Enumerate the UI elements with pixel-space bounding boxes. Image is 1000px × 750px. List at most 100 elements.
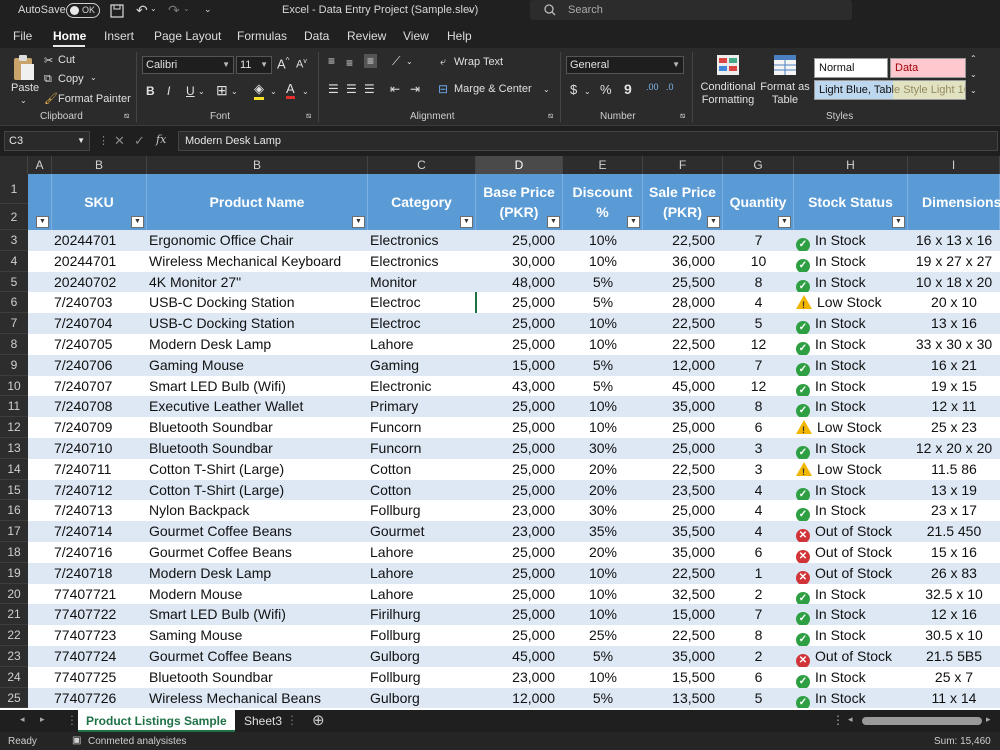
cell-status[interactable]: ✕ Out of Stock — [794, 542, 908, 563]
cell-name[interactable]: Ergonomic Office Chair — [147, 230, 368, 251]
cell-cat[interactable]: Lahore — [368, 542, 476, 563]
cell-status[interactable]: ✓ In Stock — [794, 500, 908, 522]
cell-qty[interactable]: 3 — [723, 438, 794, 459]
cell-sale[interactable]: 28,000 — [643, 292, 723, 313]
column-header-c[interactable]: C — [368, 156, 476, 174]
cell-dim[interactable]: 25 x 23 — [908, 417, 1000, 438]
tab-review[interactable]: Review — [347, 29, 386, 43]
more-sheets-icon[interactable]: ⋮ — [66, 713, 78, 727]
title-dropdown-icon[interactable]: ⌄ — [466, 4, 474, 15]
format-as-table-button[interactable]: Format as Table — [760, 81, 810, 107]
paste-button[interactable]: Paste — [11, 82, 39, 94]
cell-dim[interactable]: 16 x 13 x 16 — [908, 230, 1000, 251]
row-header[interactable]: 3 — [0, 230, 28, 251]
cell-status[interactable]: ✕ Out of Stock — [794, 521, 908, 542]
cell-name[interactable]: Gourmet Coffee Beans — [147, 646, 368, 667]
row-header[interactable]: 10 — [0, 375, 28, 397]
cell-dim[interactable]: 30.5 x 10 — [908, 625, 1000, 646]
cell-sku[interactable]: 77407726 — [52, 688, 147, 709]
cell-disc[interactable]: 5% — [563, 376, 643, 397]
cell-status[interactable]: ✓ In Stock — [794, 604, 908, 626]
undo-icon[interactable]: ↶ — [136, 2, 148, 19]
cell-sale[interactable]: 32,500 — [643, 584, 723, 605]
cell-disc[interactable]: 10% — [563, 334, 643, 355]
row-header[interactable]: 6 — [0, 292, 28, 314]
cell-status[interactable]: ✓ In Stock — [794, 355, 908, 376]
cell-sale[interactable]: 15,000 — [643, 604, 723, 625]
styles-more-icon[interactable]: ⌄ — [970, 86, 977, 95]
cell-dim[interactable]: 16 x 21 — [908, 355, 1000, 376]
cell-cat[interactable]: Firilhurg — [368, 604, 476, 625]
cell-qty[interactable]: 6 — [723, 667, 794, 688]
row-header[interactable]: 23 — [0, 646, 28, 667]
accessibility-icon[interactable]: ▣ — [72, 735, 81, 746]
column-header-f[interactable]: F — [643, 156, 723, 174]
cell-sku[interactable]: 7/240710 — [52, 438, 147, 459]
row-header[interactable]: 8 — [0, 334, 28, 355]
cell-base[interactable]: 12,000 — [476, 688, 563, 709]
cell-base[interactable]: 25,000 — [476, 313, 563, 334]
cell-cat[interactable]: Cotton — [368, 459, 476, 480]
cell-base[interactable]: 25,000 — [476, 625, 563, 646]
cell-status[interactable]: ✓ In Stock — [794, 334, 908, 355]
cell-dim[interactable]: 15 x 16 — [908, 542, 1000, 563]
column-header-e[interactable]: E — [563, 156, 643, 174]
style-normal[interactable]: Normal — [814, 58, 888, 78]
cell-dim[interactable]: 10 x 18 x 20 — [908, 272, 1000, 293]
cell-disc[interactable]: 5% — [563, 272, 643, 293]
row-header[interactable]: 24 — [0, 666, 28, 688]
cell-disc[interactable]: 10% — [563, 313, 643, 334]
cell-status[interactable]: ✓ In Stock — [794, 438, 908, 459]
row-header[interactable]: 4 — [0, 250, 28, 272]
cell-sale[interactable]: 25,500 — [643, 272, 723, 293]
cell-disc[interactable]: 10% — [563, 251, 643, 272]
cell-base[interactable]: 25,000 — [476, 604, 563, 625]
cell-qty[interactable]: 6 — [723, 417, 794, 438]
filter-dropdown-icon[interactable]: ▼ — [778, 216, 791, 228]
cell-base[interactable]: 43,000 — [476, 376, 563, 397]
cell-dim[interactable]: 13 x 16 — [908, 313, 1000, 334]
cell-disc[interactable]: 30% — [563, 500, 643, 521]
cell-disc[interactable]: 30% — [563, 438, 643, 459]
cell-qty[interactable]: 8 — [723, 272, 794, 293]
autosave-toggle[interactable]: OK — [66, 3, 100, 18]
cell-name[interactable]: Saming Mouse — [147, 625, 368, 646]
currency-dropdown-icon[interactable]: ⌄ — [584, 87, 591, 96]
cell-sku[interactable]: 7/240712 — [52, 480, 147, 501]
next-sheet-icon[interactable]: ▸ — [40, 714, 45, 725]
paste-icon[interactable] — [12, 54, 36, 82]
cell-sku[interactable]: 7/240708 — [52, 396, 147, 417]
borders-icon[interactable]: ⊞ — [216, 82, 228, 99]
cell-disc[interactable]: 10% — [563, 230, 643, 251]
grow-font-button[interactable]: A^ — [277, 56, 289, 71]
cell-qty[interactable]: 4 — [723, 480, 794, 501]
sum-status[interactable]: Sum: 15,460 — [934, 736, 991, 747]
cell-disc[interactable]: 25% — [563, 625, 643, 646]
cell-base[interactable]: 23,000 — [476, 521, 563, 542]
add-sheet-icon[interactable]: ⊕ — [312, 711, 325, 729]
cell-name[interactable]: Modern Mouse — [147, 584, 368, 605]
cell-cat[interactable]: Funcorn — [368, 438, 476, 459]
row-header[interactable]: 21 — [0, 604, 28, 626]
font-color-icon[interactable]: A — [286, 81, 295, 99]
cell-sale[interactable]: 22,500 — [643, 334, 723, 355]
filter-dropdown-icon[interactable]: ▼ — [547, 216, 560, 228]
cell-qty[interactable]: 8 — [723, 396, 794, 417]
cell-dim[interactable]: 19 x 27 x 27 — [908, 251, 1000, 272]
undo-dropdown-icon[interactable]: ⌄ — [150, 4, 157, 13]
row-header[interactable]: 9 — [0, 354, 28, 376]
cell-dim[interactable]: 12 x 11 — [908, 396, 1000, 417]
merge-dropdown-icon[interactable]: ⌄ — [543, 85, 550, 94]
cell-disc[interactable]: 10% — [563, 417, 643, 438]
cell-sku[interactable]: 7/240703 — [52, 292, 147, 313]
cell-cat[interactable]: Follburg — [368, 625, 476, 646]
cell-sale[interactable]: 23,500 — [643, 480, 723, 501]
filter-dropdown-icon[interactable]: ▼ — [892, 216, 905, 228]
cell-dim[interactable]: 12 x 16 — [908, 604, 1000, 625]
comma-style-button[interactable]: 9 — [624, 81, 632, 97]
currency-button[interactable]: $ — [570, 82, 577, 97]
column-header-i[interactable]: I — [908, 156, 1000, 174]
cell-name[interactable]: Cotton T-Shirt (Large) — [147, 459, 368, 480]
cell-qty[interactable]: 4 — [723, 500, 794, 521]
cell-sku[interactable]: 7/240706 — [52, 355, 147, 376]
